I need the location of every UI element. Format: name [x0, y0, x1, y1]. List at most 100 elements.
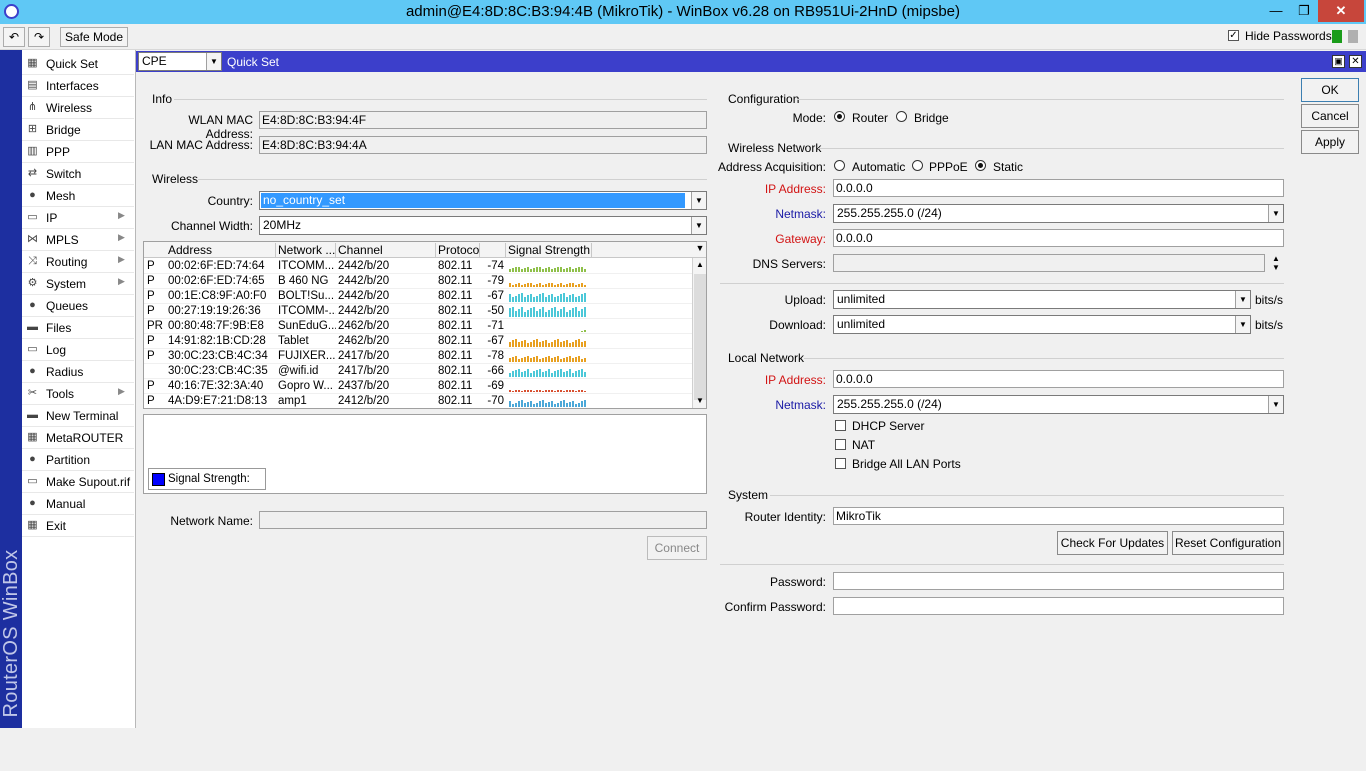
- chevron-down-icon[interactable]: ▼: [691, 192, 706, 209]
- close-panel-icon[interactable]: ✕: [1349, 55, 1362, 68]
- column-header[interactable]: [480, 243, 506, 257]
- sidebar-item-ip[interactable]: ▭ IP ▶: [22, 207, 134, 229]
- sidebar-item-routing[interactable]: ⤨ Routing ▶: [22, 251, 134, 273]
- scroll-down-icon[interactable]: ▼: [693, 396, 706, 405]
- hide-passwords-checkbox[interactable]: ✓: [1228, 30, 1239, 41]
- column-menu-icon[interactable]: ▼: [692, 243, 706, 257]
- chevron-down-icon[interactable]: ▼: [1268, 396, 1283, 413]
- table-row[interactable]: P 00:1E:C8:9F:A0:F0 BOLT!Su... 2442/b/20 802…: [144, 289, 692, 304]
- chevron-down-icon[interactable]: ▼: [1268, 205, 1283, 222]
- redo-icon[interactable]: ↷: [28, 27, 50, 47]
- sidebar-item-new-terminal[interactable]: ▬ New Terminal: [22, 405, 134, 427]
- minimize-icon[interactable]: —: [1262, 0, 1290, 22]
- sidebar-item-switch[interactable]: ⇄ Switch: [22, 163, 134, 185]
- sidebar-item-exit[interactable]: ▦ Exit: [22, 515, 134, 537]
- channel-width-select[interactable]: 20MHz ▼: [259, 216, 707, 235]
- country-select[interactable]: no_country_set ▼: [259, 191, 707, 210]
- signal-bars: [509, 337, 591, 347]
- table-row[interactable]: P 14:91:82:1B:CD:28 Tablet 2462/b/20 802.11 -…: [144, 334, 692, 349]
- signal-bar: [584, 341, 586, 347]
- undo-icon[interactable]: ↶: [3, 27, 25, 47]
- sidebar-item-wireless[interactable]: ⋔ Wireless: [22, 97, 134, 119]
- sidebar-item-metarouter[interactable]: ▦ MetaROUTER: [22, 427, 134, 449]
- sidebar-item-log[interactable]: ▭ Log: [22, 339, 134, 361]
- cell-channel: 2442/b/20: [338, 260, 390, 272]
- table-row[interactable]: P 00:27:19:19:26:36 ITCOMM-... 2442/b/20 802…: [144, 304, 692, 319]
- sidebar-item-quick-set[interactable]: ▦ Quick Set: [22, 53, 134, 75]
- sidebar-item-mpls[interactable]: ⋈ MPLS ▶: [22, 229, 134, 251]
- quickset-mode-select[interactable]: CPE ▼: [138, 52, 222, 71]
- table-row[interactable]: P 00:02:6F:ED:74:64 ITCOMM... 2442/b/20 802.…: [144, 259, 692, 274]
- cell-protocol: 802.11: [438, 380, 473, 392]
- download-select[interactable]: unlimited ▼: [833, 315, 1251, 334]
- table-row[interactable]: 30:0C:23:CB:4C:35 @wifi.id 2417/b/20 802.11…: [144, 364, 692, 379]
- scroll-thumb[interactable]: [694, 274, 706, 400]
- lan-ip-field[interactable]: 0.0.0.0: [833, 370, 1284, 388]
- restore-icon[interactable]: ▣: [1332, 55, 1345, 68]
- sidebar-item-bridge[interactable]: ⊞ Bridge: [22, 119, 134, 141]
- nat-checkbox[interactable]: [835, 439, 846, 450]
- gateway-field[interactable]: 0.0.0.0: [833, 229, 1284, 247]
- cancel-button[interactable]: Cancel: [1301, 104, 1359, 128]
- signal-bar: [521, 358, 523, 362]
- scan-table[interactable]: Address Network ... Channel Protocol Signal …: [143, 241, 707, 409]
- dns-spin-icon[interactable]: ▲ ▼: [1269, 254, 1283, 272]
- table-row[interactable]: P 4A:D9:E7:21:D8:13 amp1 2412/b/20 802.11 -70: [144, 394, 692, 408]
- check-updates-button[interactable]: Check For Updates: [1057, 531, 1168, 555]
- connect-button[interactable]: Connect: [647, 536, 707, 560]
- upload-select[interactable]: unlimited ▼: [833, 290, 1251, 309]
- signal-graph: Signal Strength:: [143, 414, 707, 494]
- sidebar-item-manual[interactable]: ● Manual: [22, 493, 134, 515]
- scroll-up-icon[interactable]: ▲: [693, 260, 706, 269]
- signal-bar: [512, 307, 514, 317]
- password-field[interactable]: [833, 572, 1284, 590]
- mode-router-radio[interactable]: [834, 111, 845, 122]
- dhcp-server-checkbox[interactable]: [835, 420, 846, 431]
- lan-netmask-select[interactable]: 255.255.255.0 (/24) ▼: [833, 395, 1284, 414]
- sidebar-item-system[interactable]: ⚙ System ▶: [22, 273, 134, 295]
- safe-mode-button[interactable]: Safe Mode: [60, 27, 128, 47]
- acq-pppoe-radio[interactable]: [912, 160, 923, 171]
- table-row[interactable]: PR 00:80:48:7F:9B:E8 SunEduG... 2462/b/20 80…: [144, 319, 692, 334]
- bridge-all-lan-checkbox[interactable]: [835, 458, 846, 469]
- column-header[interactable]: Network ...: [276, 243, 336, 257]
- ok-button[interactable]: OK: [1301, 78, 1359, 102]
- sidebar-item-mesh[interactable]: ● Mesh: [22, 185, 134, 207]
- table-row[interactable]: P 30:0C:23:CB:4C:34 FUJIXER... 2417/b/20 802…: [144, 349, 692, 364]
- reset-configuration-button[interactable]: Reset Configuration: [1172, 531, 1284, 555]
- password-label: Password:: [769, 575, 826, 589]
- table-row[interactable]: P 00:02:6F:ED:74:65 B 460 NG 2442/b/20 802.1…: [144, 274, 692, 289]
- acq-automatic-radio[interactable]: [834, 160, 845, 171]
- chevron-down-icon[interactable]: ▼: [691, 217, 706, 234]
- router-identity-field[interactable]: MikroTik: [833, 507, 1284, 525]
- maximize-icon[interactable]: ❐: [1290, 0, 1318, 22]
- chevron-down-icon[interactable]: ▼: [206, 53, 221, 70]
- sidebar-item-make-supout-rif[interactable]: ▭ Make Supout.rif: [22, 471, 134, 493]
- sidebar-item-files[interactable]: ▬ Files: [22, 317, 134, 339]
- column-header[interactable]: Address: [166, 243, 276, 257]
- cell-network: amp1: [278, 395, 307, 407]
- sidebar-item-interfaces[interactable]: ▤ Interfaces: [22, 75, 134, 97]
- sidebar-item-tools[interactable]: ✂ Tools ▶: [22, 383, 134, 405]
- channel-width-label: Channel Width:: [170, 219, 253, 233]
- acq-static-radio[interactable]: [975, 160, 986, 171]
- signal-bar: [578, 296, 580, 302]
- apply-button[interactable]: Apply: [1301, 130, 1359, 154]
- cell-address: 14:91:82:1B:CD:28: [168, 335, 266, 347]
- mode-bridge-radio[interactable]: [896, 111, 907, 122]
- wan-netmask-select[interactable]: 255.255.255.0 (/24) ▼: [833, 204, 1284, 223]
- sidebar-item-radius[interactable]: ● Radius: [22, 361, 134, 383]
- chevron-down-icon[interactable]: ▼: [1235, 316, 1250, 333]
- confirm-password-field[interactable]: [833, 597, 1284, 615]
- wan-ip-field[interactable]: 0.0.0.0: [833, 179, 1284, 197]
- sidebar-item-partition[interactable]: ● Partition: [22, 449, 134, 471]
- column-header[interactable]: Protocol: [436, 243, 480, 257]
- column-header[interactable]: Channel: [336, 243, 436, 257]
- table-row[interactable]: P 40:16:7E:32:3A:40 Gopro W... 2437/b/20 802…: [144, 379, 692, 394]
- sidebar-item-queues[interactable]: ● Queues: [22, 295, 134, 317]
- sidebar-item-ppp[interactable]: ▥ PPP: [22, 141, 134, 163]
- column-header[interactable]: Signal Strength: [506, 243, 592, 257]
- chevron-down-icon[interactable]: ▼: [1235, 291, 1250, 308]
- close-icon[interactable]: ✕: [1318, 0, 1364, 22]
- table-scrollbar[interactable]: ▲ ▼: [692, 258, 706, 408]
